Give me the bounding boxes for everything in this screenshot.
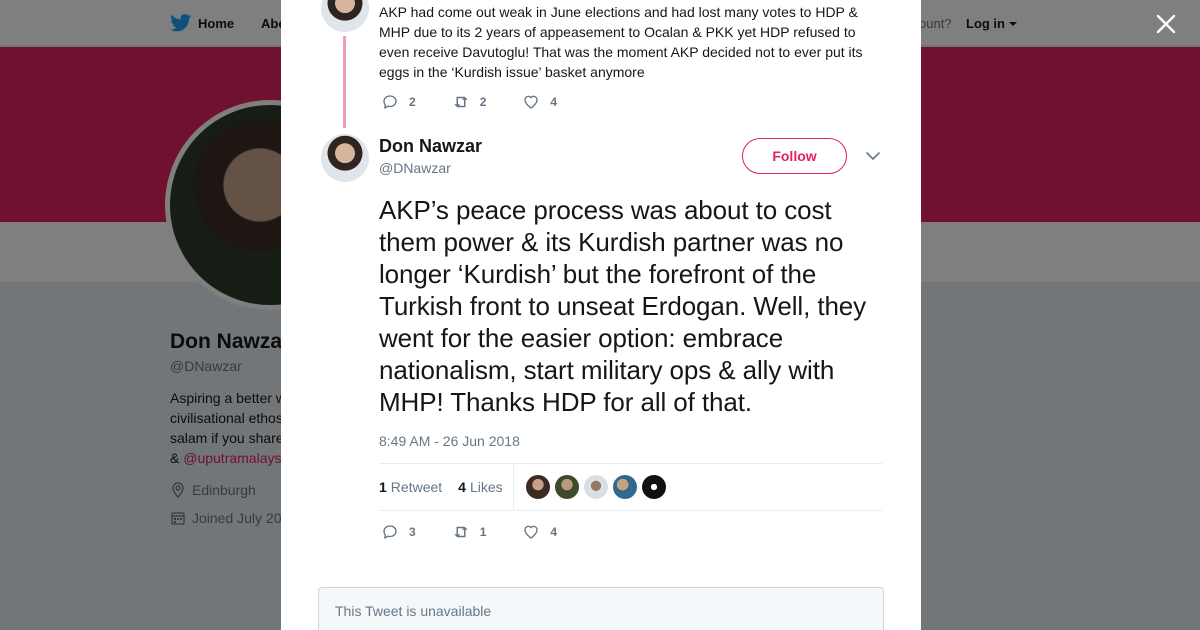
reply-icon [383,525,397,539]
liker-avatar[interactable] [554,475,579,499]
reply-button[interactable]: 2 [381,93,416,111]
retweet-stat-count: 1 [379,479,387,495]
retweet-count: 2 [479,95,487,109]
retweet-stat-label: Retweet [390,479,443,495]
heart-icon [524,525,539,539]
like-button[interactable]: 4 [522,523,557,541]
tweet-text: AKP’s peace process was about to cost th… [379,195,867,417]
tweet-timestamp[interactable]: 8:49 AM - 26 Jun 2018 [379,433,520,449]
thread-connector-line [343,36,346,128]
reply-icon [383,95,397,109]
chevron-down-icon [866,152,880,160]
tweet-permalink-modal: AKP had come out weak in June elections … [281,0,921,630]
like-count: 4 [550,525,558,539]
retweet-icon [453,96,468,108]
reply-count: 2 [409,95,416,109]
liker-avatar[interactable] [612,475,637,499]
previous-tweet-avatar[interactable] [321,0,369,32]
tweet-stats: 1 Retweet 4 Likes [379,463,882,511]
previous-tweet-actions: 2 2 4 [381,93,593,111]
heart-icon [524,95,539,109]
like-button[interactable]: 4 [522,93,557,111]
close-modal-button[interactable] [1154,12,1178,36]
close-icon [1156,14,1176,34]
likes-stat-count: 4 [458,479,466,495]
likes-stat-label: Likes [469,479,503,495]
liker-avatar[interactable] [641,475,666,499]
tweet-author-name[interactable]: Don Nawzar [379,136,482,157]
tweet-actions: 3 1 4 [381,523,593,541]
tweet-options-button[interactable] [865,148,881,164]
tweet-author-avatar[interactable] [321,134,369,182]
reply-count: 3 [409,525,416,539]
reply-button[interactable]: 3 [381,523,416,541]
liker-avatar[interactable] [583,475,608,499]
retweet-button[interactable]: 1 [452,523,487,541]
retweet-icon [453,526,468,538]
stats-divider [512,463,514,511]
retweet-button[interactable]: 2 [452,93,487,111]
previous-tweet-text: AKP had come out weak in June elections … [379,4,863,80]
retweet-stat[interactable]: 1 Retweet [379,479,442,495]
unavailable-tweet-notice: This Tweet is unavailable [318,587,884,630]
liker-avatar[interactable] [525,475,550,499]
tweet-author-handle[interactable]: @DNawzar [379,160,451,176]
like-count: 4 [550,95,558,109]
follow-button[interactable]: Follow [742,138,847,174]
retweet-count: 1 [479,525,487,539]
likes-stat[interactable]: 4 Likes [458,479,502,495]
